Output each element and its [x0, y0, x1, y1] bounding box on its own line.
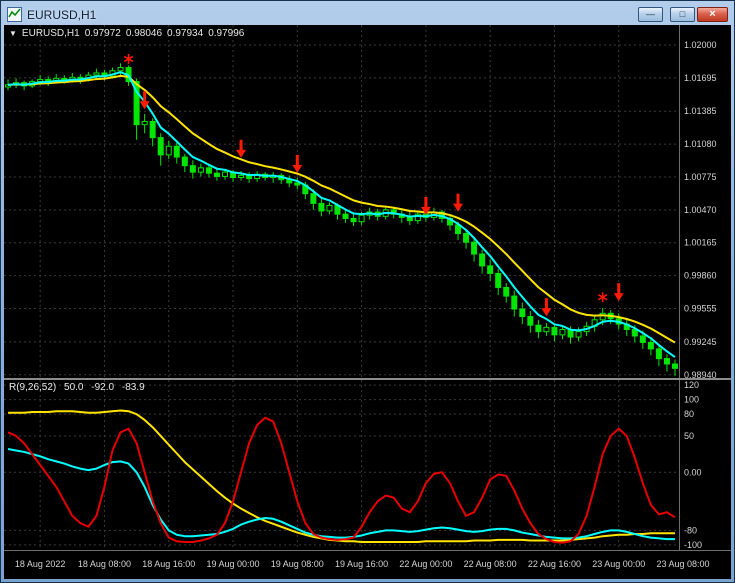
candlestick [141, 113, 148, 134]
indicator-pane[interactable]: 120 100 80 50 0.00 -80 -100 [4, 380, 731, 550]
indicator-axis-label: -80 [684, 525, 697, 535]
candlestick [406, 212, 413, 225]
ma-fast-cyan-line [7, 71, 676, 358]
ma-slow-yellow-line [7, 74, 676, 344]
chart-area: 1.02000 1.01695 1.01385 1.01080 1.00775 1.004… [4, 25, 731, 579]
maximize-button[interactable]: □ [670, 7, 695, 22]
indicator-axis-label: 100 [684, 395, 699, 405]
candlestick [294, 177, 301, 190]
time-axis-label: 18 Aug 08:00 [78, 559, 131, 569]
ohlc-open: 0.97972 [84, 28, 121, 39]
time-axis-label: 18 Aug 16:00 [142, 559, 195, 569]
candlestick [181, 153, 188, 173]
candlestick [551, 324, 558, 342]
signal-star-icon [597, 292, 608, 303]
window-title: EURUSD,H1 [27, 7, 97, 22]
indicator-red-line [7, 416, 676, 544]
candlestick [663, 354, 670, 372]
price-axis-label: 1.02000 [684, 40, 717, 50]
price-axis-label: 1.00470 [684, 205, 717, 215]
indicator-axis-label: 0.00 [684, 467, 702, 477]
indicator-yellow-line [8, 409, 675, 544]
price-chart-pane[interactable]: 1.02000 1.01695 1.01385 1.01080 1.00775 1.004… [4, 25, 731, 378]
candlestick [173, 143, 180, 164]
price-axis-label: 1.01080 [684, 139, 717, 149]
candlestick [511, 290, 518, 317]
candlestick [318, 199, 325, 217]
sell-signal-arrow-icon [541, 298, 552, 317]
candlestick [527, 311, 534, 333]
close-button[interactable]: × [697, 7, 728, 22]
candlestick [157, 133, 164, 166]
ohlc-low: 0.97934 [167, 28, 204, 39]
ohlc-high: 0.98046 [125, 28, 163, 39]
candlestick [342, 209, 349, 223]
price-axis-label: 1.00165 [684, 238, 717, 248]
titlebar[interactable]: EURUSD,H1 — □ × [4, 4, 731, 25]
window-controls: — □ × [636, 7, 728, 22]
window-icon [7, 7, 22, 22]
sell-signal-arrow-icon [453, 193, 464, 212]
signal-star-icon [123, 53, 134, 64]
time-axis[interactable]: 18 Aug 2022 18 Aug 08:00 18 Aug 16:00 19 Au… [4, 550, 731, 578]
candlestick [326, 202, 333, 215]
indicator-axis-label: 50 [684, 431, 694, 441]
sell-signal-arrow-icon [292, 154, 303, 173]
indicator-axis-label: 120 [684, 380, 699, 390]
price-axis-label: 1.01695 [684, 73, 717, 83]
candlestick [270, 172, 277, 183]
candlestick [623, 319, 630, 336]
minimize-button[interactable]: — [638, 7, 663, 22]
time-axis-label: 23 Aug 00:00 [592, 559, 645, 569]
candlestick [519, 302, 526, 325]
price-axis-label: 0.99860 [684, 271, 717, 281]
time-axis-label: 19 Aug 00:00 [206, 559, 259, 569]
indicator-cyan-line [7, 448, 675, 541]
price-axis-label: 1.01385 [684, 106, 717, 116]
indicator-value-3: -83.9 [121, 382, 145, 393]
indicator-label: R(9,26,52) 50.0 -92.0 -83.9 [9, 382, 150, 393]
time-axis-label: 23 Aug 08:00 [656, 559, 709, 569]
indicator-value-1: 50.0 [64, 382, 84, 393]
candlestick [671, 359, 678, 376]
time-axis-label: 18 Aug 2022 [15, 559, 66, 569]
chart-ohlc-label: ▼ EURUSD,H1 0.97972 0.98046 0.97934 0.97… [9, 28, 244, 39]
candlestick [479, 249, 486, 274]
sell-signal-arrow-icon [236, 139, 247, 158]
candlestick [278, 173, 285, 184]
price-axis-label: 1.00775 [684, 172, 717, 182]
indicator-axis-label: 80 [684, 409, 694, 419]
time-axis-label: 19 Aug 16:00 [335, 559, 388, 569]
indicator-value-2: -92.0 [91, 382, 115, 393]
indicator-name: R(9,26,52) [9, 382, 57, 393]
candlestick [487, 259, 494, 281]
candlestick [495, 269, 502, 296]
candlestick [197, 163, 204, 177]
sell-signal-arrow-icon [613, 283, 624, 302]
price-axis-label: 0.99245 [684, 337, 717, 347]
candlestick [189, 160, 196, 179]
time-axis-label: 22 Aug 00:00 [399, 559, 452, 569]
price-axis-label: 0.98940 [684, 370, 717, 378]
candlestick [149, 118, 156, 147]
candlestick [535, 319, 542, 339]
candlestick [591, 315, 598, 332]
ohlc-close: 0.97996 [208, 28, 245, 39]
candlestick [543, 323, 550, 336]
chart-symbol-label: EURUSD,H1 [21, 28, 80, 39]
candlestick [655, 344, 662, 367]
price-axis-label: 0.99555 [684, 303, 717, 313]
candlestick [414, 210, 421, 224]
time-axis-label: 22 Aug 16:00 [528, 559, 581, 569]
indicator-axis-label: -100 [684, 540, 702, 550]
candlestick [286, 175, 293, 188]
chart-window: EURUSD,H1 — □ × 1.02000 1.01695 1.01385 1.0… [0, 0, 735, 583]
candlestick [398, 209, 405, 223]
symbol-dropdown-icon[interactable]: ▼ [9, 29, 17, 38]
candlestick [213, 168, 220, 181]
time-axis-label: 19 Aug 08:00 [271, 559, 324, 569]
candlestick [503, 283, 510, 303]
time-axis-label: 22 Aug 08:00 [464, 559, 517, 569]
candlestick [254, 171, 261, 182]
